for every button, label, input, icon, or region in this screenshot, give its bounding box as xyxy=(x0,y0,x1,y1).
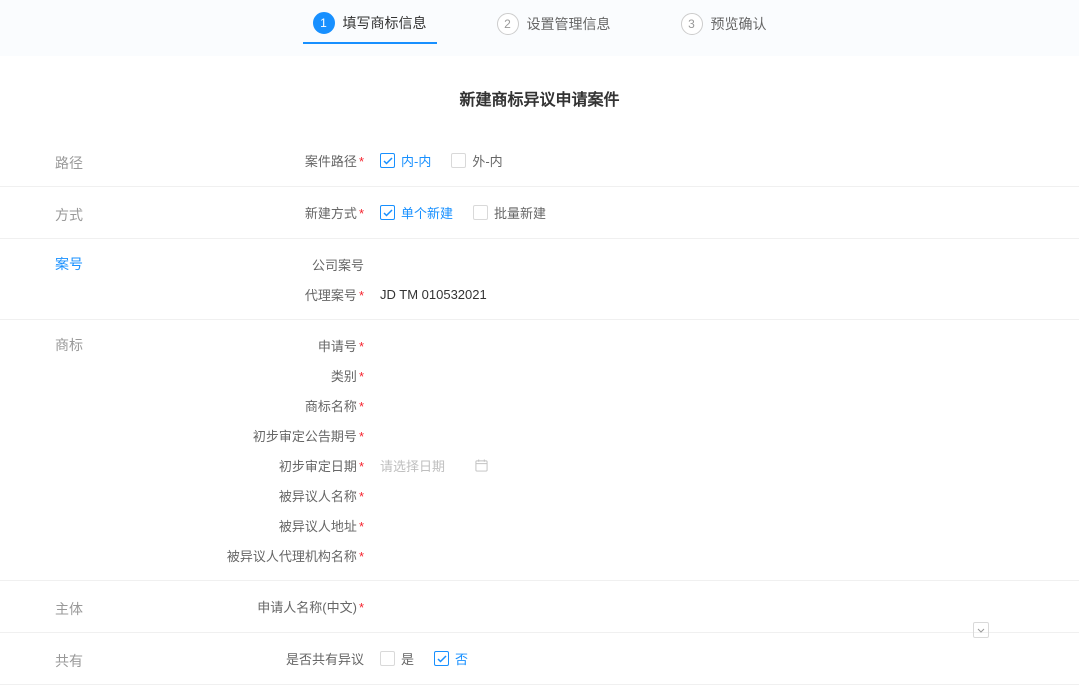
field-label-opposed-agency: 被异议人代理机构名称* xyxy=(160,546,370,565)
checkbox-label: 单个新建 xyxy=(401,203,453,222)
field-label-opposed-name: 被异议人名称* xyxy=(160,486,370,505)
step-2[interactable]: 2 设置管理信息 xyxy=(487,13,621,43)
checkbox-label: 批量新建 xyxy=(494,203,546,222)
section-label-shared: 共有 xyxy=(0,646,160,671)
field-opposed-agency: 被异议人代理机构名称* xyxy=(160,540,1079,570)
field-trademark-name: 商标名称* xyxy=(160,390,1079,420)
steps-nav: 1 填写商标信息 2 设置管理信息 3 预览确认 xyxy=(0,0,1079,56)
review-date-input[interactable]: 请选择日期 xyxy=(380,456,488,475)
checkbox-box xyxy=(380,205,395,220)
section-label-path: 路径 xyxy=(0,148,160,173)
section-path: 路径 案件路径* 内-内 xyxy=(0,135,1079,187)
checkbox-label: 否 xyxy=(455,649,468,668)
field-label-applicant-name: 申请人名称(中文)* xyxy=(160,597,370,616)
field-review-date: 初步审定日期* 请选择日期 xyxy=(160,450,1079,480)
checkbox-box xyxy=(380,153,395,168)
section-label-subject: 主体 xyxy=(0,594,160,619)
step-1-label: 填写商标信息 xyxy=(343,13,427,33)
field-label-review-date: 初步审定日期* xyxy=(160,456,370,475)
field-company-case-no: 公司案号 xyxy=(160,249,1079,279)
checkbox-label: 外-内 xyxy=(472,151,502,170)
section-case-no: 案号 公司案号 代理案号* JD TM 010532021 xyxy=(0,239,1079,320)
checkbox-box xyxy=(473,205,488,220)
checkbox-single-create[interactable]: 单个新建 xyxy=(380,203,453,222)
field-label-company-case: 公司案号 xyxy=(160,255,370,274)
checkbox-batch-create[interactable]: 批量新建 xyxy=(473,203,546,222)
field-category: 类别* xyxy=(160,360,1079,390)
field-opposed-name: 被异议人名称* xyxy=(160,480,1079,510)
field-label-application-no: 申请号* xyxy=(160,336,370,355)
section-subject: 主体 申请人名称(中文)* xyxy=(0,581,1079,633)
checkbox-shared-no[interactable]: 否 xyxy=(434,649,468,668)
section-label-method: 方式 xyxy=(0,200,160,225)
step-1-number: 1 xyxy=(313,12,335,34)
step-1[interactable]: 1 填写商标信息 xyxy=(303,12,437,44)
checkbox-box xyxy=(434,651,449,666)
section-label-case-no: 案号 xyxy=(0,249,160,274)
field-application-no: 申请号* xyxy=(160,330,1079,360)
section-method: 方式 新建方式* 单个新建 xyxy=(0,187,1079,239)
section-shared: 共有 是否共有异议 是 xyxy=(0,633,1079,685)
field-label-category: 类别* xyxy=(160,366,370,385)
step-2-number: 2 xyxy=(497,13,519,35)
calendar-icon xyxy=(475,459,488,472)
check-icon xyxy=(383,209,393,217)
checkbox-box xyxy=(380,651,395,666)
field-agency-case-no: 代理案号* JD TM 010532021 xyxy=(160,279,1079,309)
step-3-label: 预览确认 xyxy=(711,14,767,34)
agency-case-value[interactable]: JD TM 010532021 xyxy=(380,287,487,302)
check-icon xyxy=(383,157,393,165)
dropdown-toggle[interactable] xyxy=(973,622,989,638)
field-label-case-path: 案件路径* xyxy=(160,151,370,170)
field-opposed-address: 被异议人地址* xyxy=(160,510,1079,540)
checkbox-shared-yes[interactable]: 是 xyxy=(380,649,414,668)
chevron-down-icon xyxy=(977,628,985,633)
checkbox-box xyxy=(451,153,466,168)
check-icon xyxy=(437,655,447,663)
field-label-create-method: 新建方式* xyxy=(160,203,370,222)
section-label-trademark: 商标 xyxy=(0,330,160,355)
field-label-is-shared: 是否共有异议 xyxy=(160,649,370,668)
page-title: 新建商标异议申请案件 xyxy=(0,56,1079,135)
checkbox-internal-internal[interactable]: 内-内 xyxy=(380,151,431,170)
field-label-announcement-no: 初步审定公告期号* xyxy=(160,426,370,445)
step-2-label: 设置管理信息 xyxy=(527,14,611,34)
date-placeholder: 请选择日期 xyxy=(380,456,445,475)
step-3[interactable]: 3 预览确认 xyxy=(671,13,777,43)
field-label-agency-case: 代理案号* xyxy=(160,285,370,304)
checkbox-label: 是 xyxy=(401,649,414,668)
field-label-trademark-name: 商标名称* xyxy=(160,396,370,415)
checkbox-label: 内-内 xyxy=(401,151,431,170)
section-trademark: 商标 申请号* 类别* 商标名称* xyxy=(0,320,1079,581)
step-3-number: 3 xyxy=(681,13,703,35)
checkbox-external-internal[interactable]: 外-内 xyxy=(451,151,502,170)
field-announcement-no: 初步审定公告期号* xyxy=(160,420,1079,450)
field-label-opposed-address: 被异议人地址* xyxy=(160,516,370,535)
